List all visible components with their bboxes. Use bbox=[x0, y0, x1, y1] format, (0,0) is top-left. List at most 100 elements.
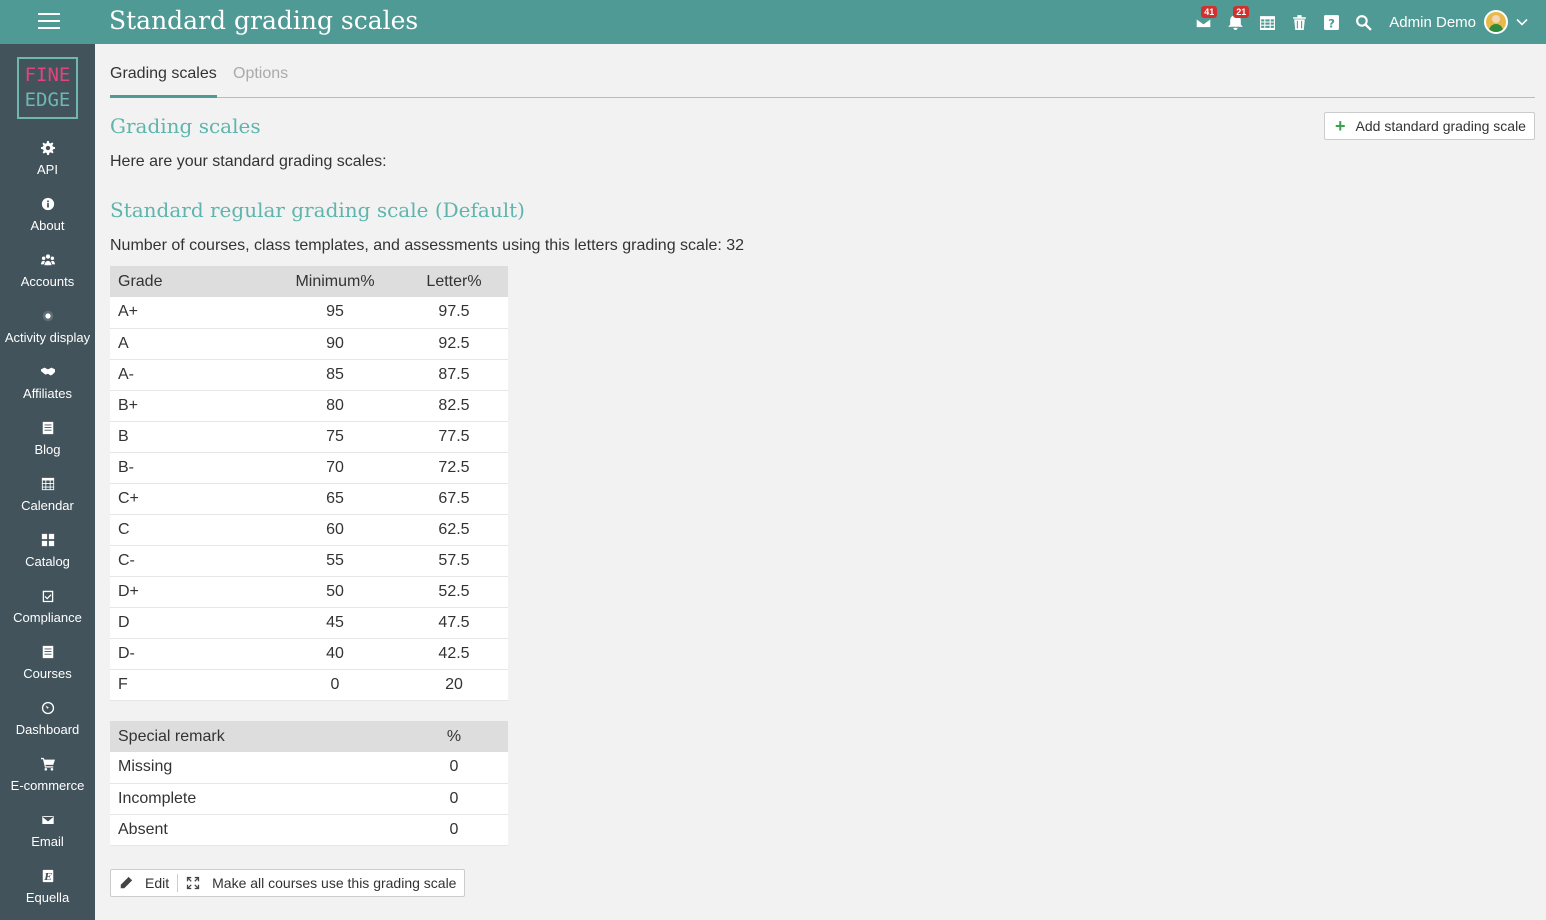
table-row: C+ 65 67.5 bbox=[110, 483, 508, 515]
logo-line-1: FINE bbox=[24, 64, 71, 86]
sidebar-item-about[interactable]: About bbox=[0, 190, 95, 246]
logo[interactable]: FINE EDGE bbox=[17, 57, 78, 119]
cell-letter: 57.5 bbox=[400, 545, 508, 577]
section-title: Grading scales bbox=[110, 114, 261, 138]
user-name[interactable]: Admin Demo bbox=[1389, 14, 1476, 31]
cell-grade: A+ bbox=[110, 297, 270, 329]
make-all-courses-label: Make all courses use this grading scale bbox=[212, 875, 457, 891]
cell-grade: C bbox=[110, 514, 270, 546]
notifications-button[interactable]: 21 bbox=[1219, 0, 1251, 44]
edit-button[interactable]: Edit bbox=[111, 870, 177, 896]
tab-grading-scales[interactable]: Grading scales bbox=[110, 65, 217, 98]
document-icon bbox=[40, 420, 56, 436]
column-header-grade: Grade bbox=[110, 266, 270, 297]
cell-grade: C- bbox=[110, 545, 270, 577]
sidebar-item-dashboard[interactable]: Dashboard bbox=[0, 694, 95, 750]
grid-icon bbox=[40, 532, 56, 548]
table-row: B+ 80 82.5 bbox=[110, 390, 508, 422]
cell-letter: 72.5 bbox=[400, 452, 508, 484]
calendar-button[interactable] bbox=[1251, 0, 1283, 44]
sidebar-item-accounts[interactable]: Accounts bbox=[0, 246, 95, 302]
logo-line-2: EDGE bbox=[24, 89, 71, 111]
cell-minimum: 70 bbox=[270, 452, 400, 484]
gear-icon bbox=[40, 140, 56, 156]
sidebar-item-label: Equella bbox=[25, 890, 70, 905]
cell-letter: 92.5 bbox=[400, 328, 508, 360]
table-row: B 75 77.5 bbox=[110, 421, 508, 453]
cell-grade: A bbox=[110, 328, 270, 360]
list-icon bbox=[40, 644, 56, 660]
info-icon bbox=[40, 196, 56, 212]
main-content: Grading scales Options Grading scales + … bbox=[95, 44, 1546, 920]
svg-text:?: ? bbox=[1328, 16, 1335, 30]
cell-grade: B bbox=[110, 421, 270, 453]
sidebar-item-label: API bbox=[37, 162, 58, 177]
sidebar-item-catalog[interactable]: Catalog bbox=[0, 526, 95, 582]
table-row: C- 55 57.5 bbox=[110, 545, 508, 577]
search-icon bbox=[1355, 14, 1372, 31]
sidebar-item-label: About bbox=[30, 218, 65, 233]
sidebar-item-calendar[interactable]: Calendar bbox=[0, 470, 95, 526]
cell-minimum: 40 bbox=[270, 638, 400, 670]
sidebar-item-label: Activity display bbox=[4, 330, 91, 345]
cell-minimum: 50 bbox=[270, 576, 400, 608]
avatar[interactable] bbox=[1484, 10, 1508, 34]
sidebar-item-blog[interactable]: Blog bbox=[0, 414, 95, 470]
menu-icon[interactable] bbox=[38, 13, 60, 31]
add-grading-scale-button[interactable]: + Add standard grading scale bbox=[1324, 112, 1535, 140]
sidebar-item-compliance[interactable]: Compliance bbox=[0, 582, 95, 638]
cell-minimum: 80 bbox=[270, 390, 400, 422]
make-all-courses-button[interactable]: Make all courses use this grading scale bbox=[178, 870, 464, 896]
notifications-badge: 21 bbox=[1233, 6, 1250, 18]
sidebar-item-e-commerce[interactable]: E-commerce bbox=[0, 750, 95, 806]
gauge-icon bbox=[40, 700, 56, 716]
messages-button[interactable]: 41 bbox=[1187, 0, 1219, 44]
usage-text: Number of courses, class templates, and … bbox=[110, 237, 745, 254]
edit-label: Edit bbox=[145, 875, 170, 891]
sidebar-item-label: E-commerce bbox=[10, 778, 85, 793]
sidebar-item-email[interactable]: Email bbox=[0, 806, 95, 862]
cell-percent: 0 bbox=[400, 814, 508, 846]
cell-letter: 82.5 bbox=[400, 390, 508, 422]
tab-options[interactable]: Options bbox=[233, 65, 288, 83]
scale-title: Standard regular grading scale (Default) bbox=[110, 198, 525, 222]
add-grading-scale-label: Add standard grading scale bbox=[1355, 118, 1526, 134]
sidebar-item-activity-display[interactable]: Activity display bbox=[0, 302, 95, 358]
sidebar-item-courses[interactable]: Courses bbox=[0, 638, 95, 694]
sidebar-item-affiliates[interactable]: Affiliates bbox=[0, 358, 95, 414]
trash-button[interactable] bbox=[1283, 0, 1315, 44]
cell-percent: 0 bbox=[400, 783, 508, 815]
cell-grade: C+ bbox=[110, 483, 270, 515]
cell-percent: 0 bbox=[400, 752, 508, 784]
envelope-icon bbox=[40, 812, 56, 828]
cell-remark: Missing bbox=[110, 752, 400, 784]
table-header-row: Grade Minimum% Letter% bbox=[110, 266, 508, 297]
sidebar-item-label: Email bbox=[31, 834, 64, 849]
column-header-minimum: Minimum% bbox=[270, 266, 400, 297]
cart-icon bbox=[40, 756, 56, 772]
search-button[interactable] bbox=[1347, 0, 1379, 44]
cell-grade: F bbox=[110, 669, 270, 701]
help-button[interactable]: ? bbox=[1315, 0, 1347, 44]
sidebar-item-api[interactable]: API bbox=[0, 134, 95, 190]
user-menu-toggle[interactable] bbox=[1508, 0, 1536, 44]
calendar-icon bbox=[1259, 15, 1275, 30]
sidebar-item-equella[interactable]: E Equella bbox=[0, 862, 95, 918]
cell-letter: 62.5 bbox=[400, 514, 508, 546]
dot-icon bbox=[40, 308, 56, 324]
checklist-icon bbox=[40, 588, 56, 604]
table-row: Absent 0 bbox=[110, 814, 508, 846]
pencil-icon bbox=[120, 876, 133, 889]
table-row: B- 70 72.5 bbox=[110, 452, 508, 484]
cell-grade: B+ bbox=[110, 390, 270, 422]
grade-table: Grade Minimum% Letter% A+ 95 97.5 A 90 92.5 A-… bbox=[110, 266, 508, 701]
cell-minimum: 0 bbox=[270, 669, 400, 701]
page-title: Standard grading scales bbox=[109, 6, 419, 35]
cell-grade: D bbox=[110, 607, 270, 639]
sidebar-nav: API About Accounts Activity display Affi… bbox=[0, 134, 95, 918]
sidebar-item-label: Courses bbox=[23, 666, 72, 681]
sidebar-item-label: Accounts bbox=[20, 274, 75, 289]
cell-minimum: 45 bbox=[270, 607, 400, 639]
help-icon: ? bbox=[1323, 14, 1339, 30]
cell-remark: Absent bbox=[110, 814, 400, 846]
